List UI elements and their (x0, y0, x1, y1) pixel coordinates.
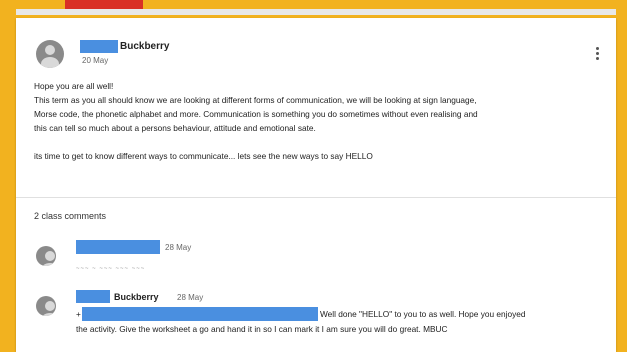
redacted-author-firstname (80, 40, 118, 53)
comment-text-line2: the activity. Give the worksheet a go an… (76, 324, 448, 334)
mention-prefix: + (76, 309, 81, 319)
author-avatar[interactable] (36, 40, 64, 68)
post-body: Hope you are all well! This term as you … (34, 79, 604, 163)
post-author-name[interactable]: Buckberry (120, 41, 169, 52)
comment-text-line1: Well done "HELLO" to you to as well. Hop… (320, 309, 526, 319)
post-line: Morse code, the phonetic alphabet and mo… (34, 109, 478, 119)
comment-avatar[interactable] (36, 296, 56, 316)
comment-date: 28 May (165, 243, 192, 252)
comment-avatar[interactable] (36, 246, 56, 266)
previous-card-edge (16, 9, 616, 15)
post-line: its time to get to know different ways t… (34, 151, 373, 161)
redacted-commenter-firstname (76, 290, 110, 303)
comment-date: 28 May (177, 293, 204, 302)
active-tab-indicator (65, 0, 143, 9)
class-comments-count[interactable]: 2 class comments (34, 211, 106, 221)
post-line: This term as you all should know we are … (34, 95, 477, 105)
redacted-mention (82, 307, 318, 321)
comment-author-name[interactable]: Buckberry (114, 292, 159, 302)
more-options-icon[interactable] (596, 47, 600, 63)
post-line: this can tell so much about a persons be… (34, 123, 316, 133)
redacted-commenter-name (76, 240, 160, 254)
post-line: Hope you are all well! (34, 81, 114, 91)
post-line (34, 135, 604, 149)
comments-divider (16, 197, 616, 198)
post-date: 20 May (82, 56, 109, 65)
comment-text-blurred: ~~~ ~ ~~~ ~~~ ~~~ (76, 266, 146, 272)
